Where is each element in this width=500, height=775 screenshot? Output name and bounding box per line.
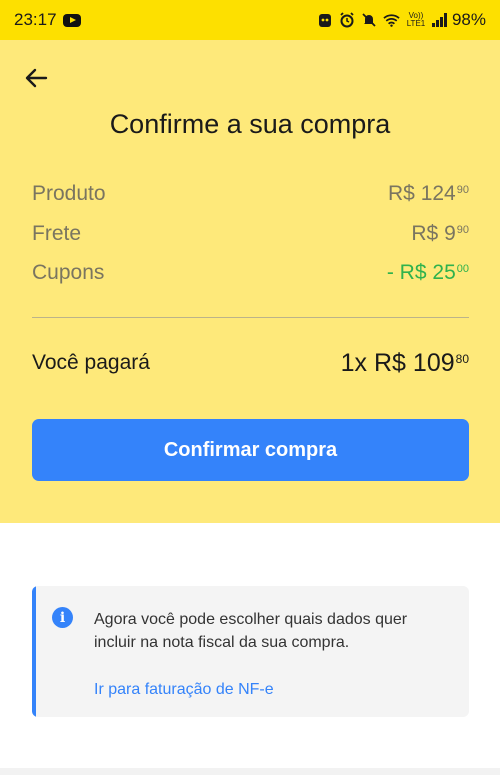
bottom-divider [0,768,500,775]
status-bar: 23:17 Vo)) LTE1 98% [0,0,500,40]
total-label: Você pagará [32,351,150,374]
coupons-cents: 00 [456,263,469,275]
total-installments: 1x [340,348,368,377]
total-cents: 80 [455,351,469,366]
coupons-label: Cupons [32,261,105,284]
product-cents: 90 [456,184,469,196]
signal-icon [431,13,447,27]
nfe-billing-link[interactable]: Ir para faturação de NF-e [94,681,274,699]
summary-row-coupons: Cupons - R$ 25 00 [32,258,469,288]
shipping-amount: R$ 9 90 [411,222,469,246]
page-title: Confirme a sua compra [109,109,391,139]
mute-icon [361,12,378,29]
total-whole: 109 [412,348,455,377]
shipping-currency: R$ [411,222,439,245]
wifi-icon [383,12,400,29]
confirm-purchase-button[interactable]: Confirmar compra [32,419,469,481]
coupons-whole: 25 [432,261,456,284]
product-amount: R$ 124 90 [388,182,469,206]
product-whole: 124 [420,182,456,205]
nfe-info-card: i Agora você pode escolher quais dados q… [32,586,469,717]
status-time: 23:17 [14,10,57,29]
total-currency: R$ [374,348,406,377]
coupons-amount: - R$ 25 00 [387,261,469,285]
volte-icon: Vo)) LTE1 [406,11,426,28]
purchase-summary-panel: Confirme a sua compra Produto R$ 124 90 F… [0,40,500,523]
status-icons: Vo)) LTE1 98% [317,10,486,30]
product-currency: R$ [388,182,415,205]
shipping-whole: 9 [444,222,456,245]
summary-divider [32,317,469,318]
info-message: Agora você pode escolher quais dados que… [94,611,408,651]
alarm-icon [339,12,356,29]
app-icon [317,12,334,29]
total-amount: 1x R$ 109 80 [341,349,469,378]
shipping-label: Frete [32,222,82,245]
product-label: Produto [32,182,106,205]
summary-row-shipping: Frete R$ 9 90 [32,219,469,249]
youtube-icon [62,13,81,27]
coupons-prefix: - R$ [386,261,427,284]
shipping-cents: 90 [456,224,469,236]
total-row: Você pagará 1x R$ 109 80 [32,345,469,381]
info-accent-bar [32,586,36,717]
summary-row-product: Produto R$ 124 90 [32,179,469,209]
info-icon: i [52,607,73,628]
battery-level: 98% [451,10,486,29]
back-arrow-icon[interactable] [22,63,52,93]
